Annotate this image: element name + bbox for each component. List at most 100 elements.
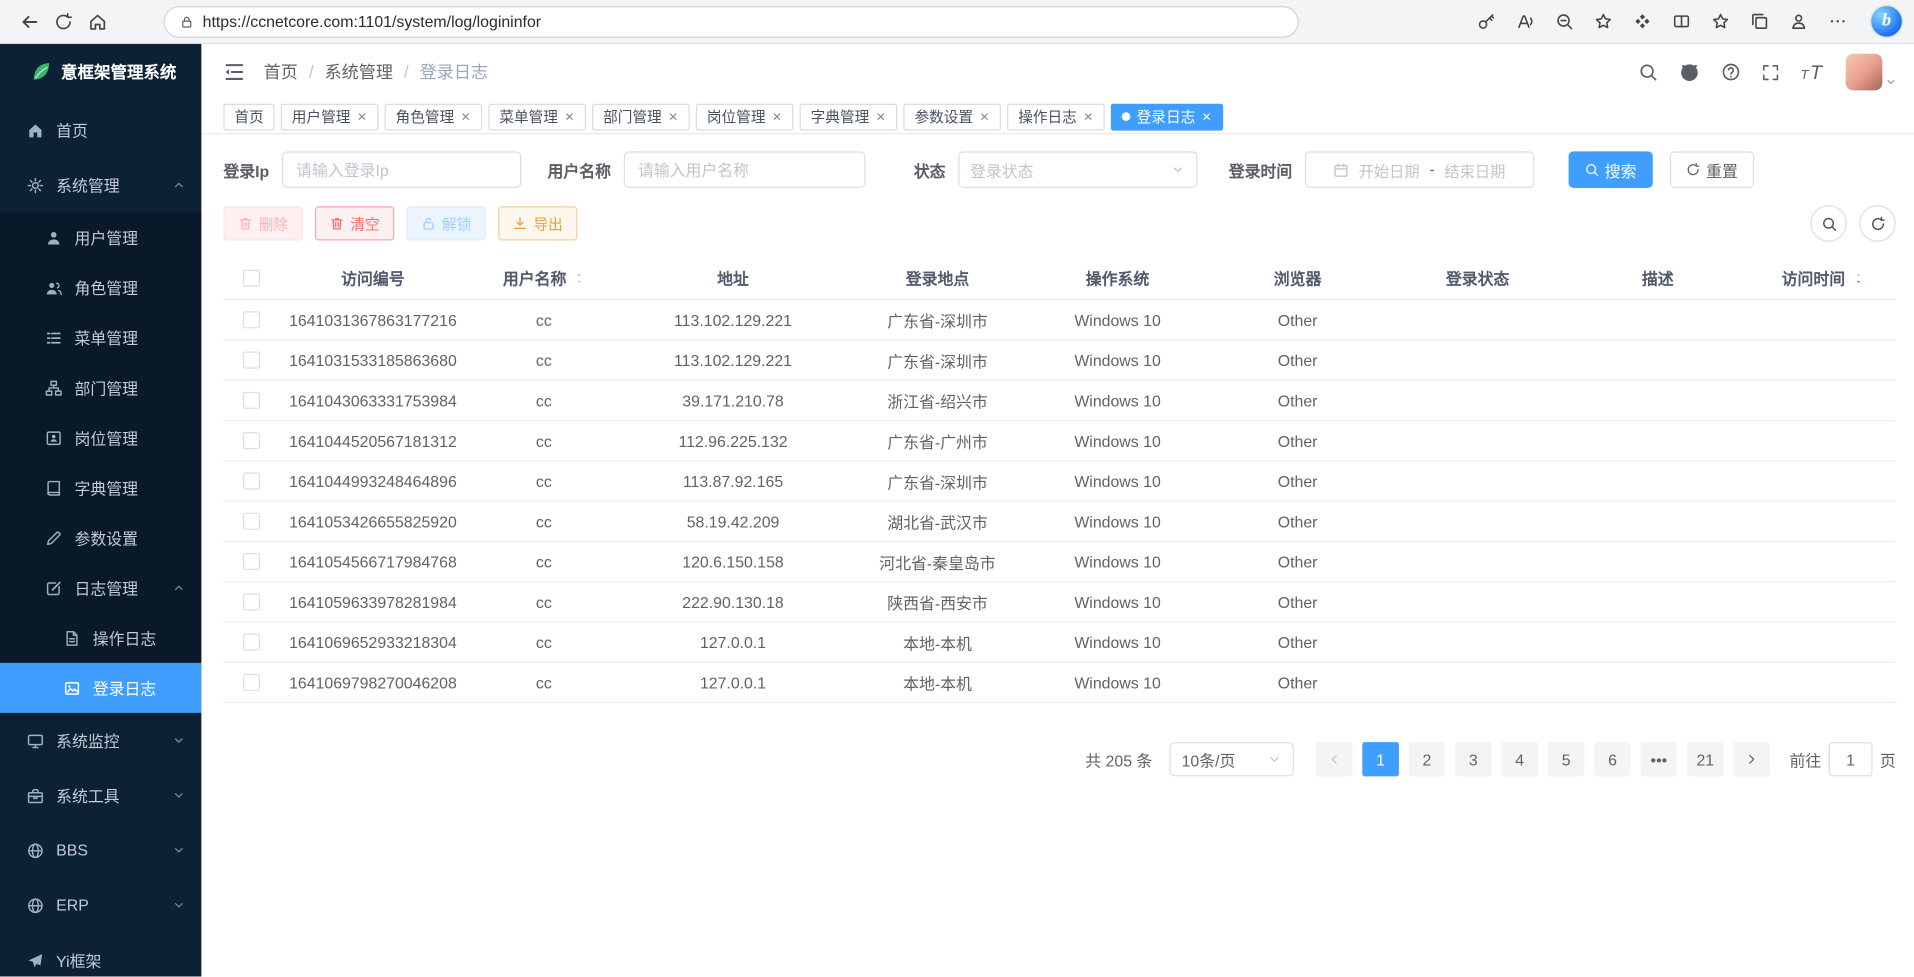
sidebar-item-13[interactable]: 系统工具 <box>0 768 201 823</box>
table-row-9[interactable]: 1641069798270046208cc127.0.0.1本地-本机Windo… <box>223 663 1895 703</box>
font-size-button[interactable]: TT <box>1800 62 1825 83</box>
column-header-8[interactable]: 访问时间 <box>1749 256 1895 299</box>
sidebar-item-8[interactable]: 参数设置 <box>0 513 201 563</box>
unlock-button[interactable]: 解锁 <box>407 206 486 240</box>
search-button[interactable]: 搜索 <box>1568 151 1652 188</box>
row-checkbox[interactable] <box>242 513 259 530</box>
login-ip-input[interactable] <box>281 151 520 188</box>
row-checkbox[interactable] <box>242 593 259 610</box>
browser-profile-button[interactable] <box>1783 4 1812 38</box>
favorites-button[interactable] <box>1705 4 1734 38</box>
refresh-table-button[interactable] <box>1859 205 1896 242</box>
sidebar-item-1[interactable]: 系统管理 <box>0 157 201 212</box>
github-link[interactable] <box>1678 61 1700 83</box>
login-time-range-picker[interactable]: 开始日期 - 结束日期 <box>1304 151 1533 188</box>
help-button[interactable] <box>1721 62 1741 82</box>
sidebar-item-12[interactable]: 系统监控 <box>0 713 201 768</box>
close-icon[interactable] <box>564 111 575 122</box>
sidebar-item-14[interactable]: BBS <box>0 823 201 878</box>
table-row-3[interactable]: 1641044520567181312cc112.96.225.132广东省-广… <box>223 421 1895 461</box>
tab-7[interactable]: 参数设置 <box>903 103 1001 130</box>
tab-2[interactable]: 角色管理 <box>385 103 483 130</box>
table-row-8[interactable]: 1641069652933218304cc127.0.0.1本地-本机Windo… <box>223 623 1895 663</box>
password-key-button[interactable] <box>1471 4 1500 38</box>
close-icon[interactable] <box>875 111 886 122</box>
page-button-5[interactable]: 5 <box>1548 742 1585 776</box>
delete-button[interactable]: 删除 <box>223 206 302 240</box>
sidebar-item-11[interactable]: 登录日志 <box>0 663 201 713</box>
page-button-21[interactable]: 21 <box>1687 742 1724 776</box>
close-icon[interactable] <box>979 111 990 122</box>
page-button-6[interactable]: 6 <box>1594 742 1631 776</box>
sidebar-item-3[interactable]: 角色管理 <box>0 262 201 312</box>
page-size-select[interactable]: 10条/页 <box>1169 742 1294 776</box>
page-button-2[interactable]: 2 <box>1409 742 1446 776</box>
close-icon[interactable] <box>1083 111 1094 122</box>
username-input[interactable] <box>623 151 865 188</box>
sidebar-item-2[interactable]: 用户管理 <box>0 212 201 262</box>
tab-0[interactable]: 首页 <box>223 103 274 130</box>
tab-8[interactable]: 操作日志 <box>1007 103 1105 130</box>
tab-5[interactable]: 岗位管理 <box>696 103 794 130</box>
sidebar-item-0[interactable]: 首页 <box>0 103 201 158</box>
copilot-icon[interactable]: b <box>1871 6 1902 37</box>
header-search-button[interactable] <box>1638 62 1658 82</box>
breadcrumb-system[interactable]: 系统管理 <box>325 60 393 84</box>
address-bar[interactable]: https://ccnetcore.com:1101/system/log/lo… <box>164 5 1299 37</box>
clear-button[interactable]: 清空 <box>315 206 394 240</box>
row-checkbox[interactable] <box>242 553 259 570</box>
export-button[interactable]: 导出 <box>498 206 577 240</box>
reset-button[interactable]: 重置 <box>1669 151 1753 188</box>
sidebar-item-9[interactable]: 日志管理 <box>0 563 201 613</box>
table-row-1[interactable]: 1641031533185863680cc113.102.129.221广东省-… <box>223 341 1895 381</box>
close-icon[interactable] <box>1201 111 1212 122</box>
table-row-6[interactable]: 1641054566717984768cc120.6.150.158河北省-秦皇… <box>223 542 1895 582</box>
tab-9[interactable]: 登录日志 <box>1111 103 1223 130</box>
fullscreen-button[interactable] <box>1761 63 1779 81</box>
breadcrumb-home[interactable]: 首页 <box>264 60 298 84</box>
extensions-button[interactable] <box>1627 4 1656 38</box>
sort-control[interactable] <box>1852 270 1863 285</box>
select-all-checkbox[interactable] <box>242 269 259 286</box>
sidebar-item-15[interactable]: ERP <box>0 878 201 933</box>
browser-menu-button[interactable] <box>1823 4 1852 38</box>
next-page-button[interactable] <box>1733 742 1770 776</box>
row-checkbox[interactable] <box>242 472 259 489</box>
page-button-3[interactable]: 3 <box>1455 742 1492 776</box>
browser-back-button[interactable] <box>12 4 46 38</box>
close-icon[interactable] <box>772 111 783 122</box>
goto-page-input[interactable] <box>1829 742 1873 776</box>
table-row-4[interactable]: 1641044993248464896cc113.87.92.165广东省-深圳… <box>223 461 1895 501</box>
add-favorite-button[interactable] <box>1588 4 1617 38</box>
collections-button[interactable] <box>1744 4 1773 38</box>
sidebar-item-10[interactable]: 操作日志 <box>0 613 201 663</box>
split-screen-button[interactable] <box>1666 4 1695 38</box>
table-row-7[interactable]: 1641059633978281984cc222.90.130.18陕西省-西安… <box>223 582 1895 622</box>
page-button-4[interactable]: 4 <box>1501 742 1538 776</box>
tab-1[interactable]: 用户管理 <box>281 103 379 130</box>
table-row-0[interactable]: 1641031367863177216cc113.102.129.221广东省-… <box>223 300 1895 340</box>
sidebar-item-6[interactable]: 岗位管理 <box>0 413 201 463</box>
sidebar-item-4[interactable]: 菜单管理 <box>0 312 201 362</box>
avatar[interactable] <box>1846 54 1883 91</box>
close-icon[interactable] <box>668 111 679 122</box>
zoom-out-button[interactable] <box>1549 4 1578 38</box>
sidebar-item-7[interactable]: 字典管理 <box>0 463 201 513</box>
tab-3[interactable]: 菜单管理 <box>488 103 586 130</box>
show-search-toggle-button[interactable] <box>1810 205 1847 242</box>
row-checkbox[interactable] <box>242 311 259 328</box>
prev-page-button[interactable] <box>1316 742 1353 776</box>
table-row-5[interactable]: 1641053426655825920cc58.19.42.209湖北省-武汉市… <box>223 502 1895 542</box>
row-checkbox[interactable] <box>242 352 259 369</box>
sort-control[interactable] <box>574 270 585 285</box>
sidebar-item-16[interactable]: Yi框架 <box>0 933 201 977</box>
page-button-1[interactable]: 1 <box>1362 742 1399 776</box>
sidebar-item-5[interactable]: 部门管理 <box>0 363 201 413</box>
collapse-sidebar-button[interactable] <box>223 61 245 83</box>
row-checkbox[interactable] <box>242 432 259 449</box>
browser-refresh-button[interactable] <box>46 4 80 38</box>
read-aloud-button[interactable] <box>1510 4 1539 38</box>
user-menu[interactable] <box>1846 54 1897 91</box>
status-select[interactable]: 登录状态 <box>958 151 1197 188</box>
close-icon[interactable] <box>356 111 367 122</box>
